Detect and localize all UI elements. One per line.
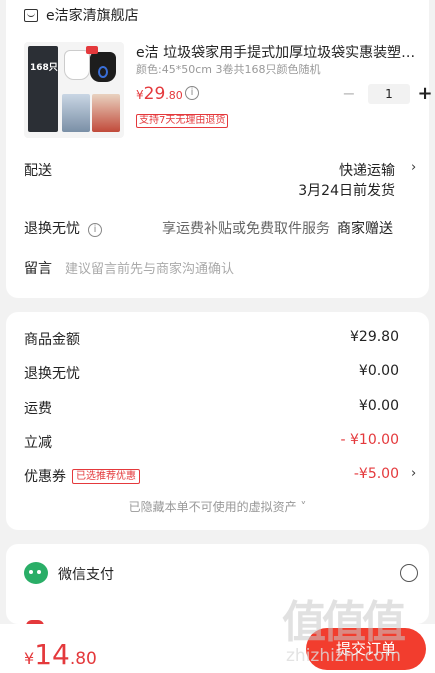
coupon-row[interactable]: 优惠券 已选推荐优惠: [24, 466, 140, 486]
thumbnail-photo-kitchen: [62, 94, 90, 132]
wechat-pay-radio[interactable]: [400, 564, 418, 582]
increase-quantity-button[interactable]: +: [416, 83, 434, 104]
summary-row-value: ¥29.80: [350, 329, 399, 345]
thumbnail-text: 168只: [30, 63, 58, 73]
thumbnail-box: 168只: [28, 46, 58, 132]
summary-row-label: 运费: [24, 401, 52, 417]
summary-row-value: ¥0.00: [358, 363, 399, 379]
order-item-card: e洁家清旗舰店 168只 e洁 垃圾袋家用手提式加厚垃圾袋实惠装塑料袋 颜色:4…: [6, 0, 433, 298]
store-name: e洁家清旗舰店: [46, 8, 139, 24]
summary-row-value: ¥0.00: [358, 398, 399, 414]
store-icon: [24, 8, 38, 22]
price-decimal: .80: [165, 89, 183, 102]
return-policy-tag: 支持7天无理由退货: [136, 114, 229, 128]
wechat-pay-label[interactable]: 微信支付: [58, 564, 114, 584]
coupon-value[interactable]: -¥5.00: [354, 466, 399, 482]
total-currency: ¥: [24, 649, 35, 668]
product-price: ¥ 29 .80: [136, 84, 183, 104]
wechat-pay-icon: [24, 562, 48, 584]
delivery-chevron-icon[interactable]: ›: [411, 160, 416, 175]
worry-free-info-icon[interactable]: i: [88, 223, 102, 237]
coupon-chevron-icon[interactable]: ›: [411, 466, 416, 481]
message-input[interactable]: 建议留言前先与商家沟通确认: [65, 258, 234, 277]
price-summary-card: 商品金额 ¥29.80 退换无忧 ¥0.00 运费 ¥0.00 立减 - ¥10…: [6, 312, 429, 530]
total-price: ¥ 14 .80: [24, 638, 97, 671]
hidden-assets-toggle[interactable]: 已隐藏本单不可使用的虚拟资产 ˅: [6, 498, 429, 515]
store-header[interactable]: e洁家清旗舰店: [24, 4, 139, 26]
thumbnail-red-badge: [86, 46, 98, 54]
message-label: 留言: [24, 261, 52, 277]
total-decimal: .80: [69, 649, 97, 669]
delivery-method[interactable]: 快递运输: [339, 160, 395, 180]
delivery-label: 配送: [24, 163, 52, 179]
product-thumbnail[interactable]: 168只: [24, 42, 124, 138]
worry-free-row-label: 退换无忧 i: [24, 218, 102, 238]
coupon-tag: 已选推荐优惠: [72, 469, 140, 484]
thumbnail-white-bag: [64, 50, 90, 80]
worry-free-value: 商家赠送: [337, 221, 393, 237]
watermark-logo: 值值值: [282, 597, 406, 648]
thumbnail-photo-room: [92, 94, 120, 132]
worry-free-label: 退换无忧: [24, 221, 80, 237]
ship-date: 3月24日前发货: [298, 183, 395, 199]
thumbnail-blue-handle: [98, 66, 108, 78]
summary-row-label: 商品金额: [24, 332, 80, 348]
product-spec[interactable]: 颜色:45*50cm 3卷共168只颜色随机: [136, 61, 320, 77]
coupon-label: 优惠券: [24, 469, 66, 485]
quantity-input[interactable]: 1: [368, 83, 410, 104]
summary-row-label: 退换无忧: [24, 366, 80, 382]
worry-free-desc: 享运费补贴或免费取件服务: [162, 221, 330, 237]
discount-value: - ¥10.00: [340, 432, 400, 448]
total-integer: 14: [34, 638, 70, 671]
price-info-icon[interactable]: i: [185, 86, 199, 100]
decrease-quantity-button[interactable]: −: [340, 84, 358, 103]
watermark-url: zhizhizhi.com: [286, 646, 401, 666]
product-title[interactable]: e洁 垃圾袋家用手提式加厚垃圾袋实惠装塑料袋: [136, 42, 422, 62]
price-integer: 29: [143, 84, 166, 104]
price-currency: ¥: [136, 88, 144, 102]
summary-row-label: 立减: [24, 435, 52, 451]
quantity-stepper: − 1 +: [340, 83, 434, 104]
